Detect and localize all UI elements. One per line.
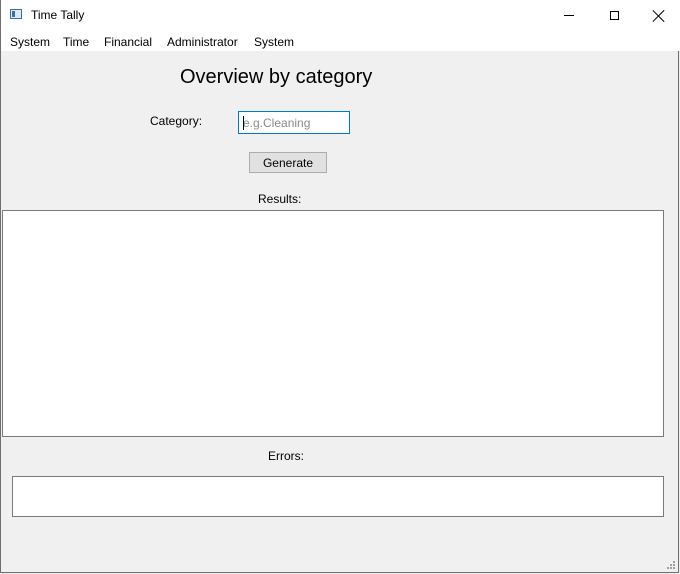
maximize-icon: [609, 11, 619, 20]
maximize-button[interactable]: [591, 0, 637, 31]
close-button[interactable]: [636, 0, 680, 31]
menu-bar: System Time Financial Administrator Syst…: [1, 31, 680, 51]
category-input[interactable]: [238, 111, 350, 134]
menu-financial[interactable]: Financial: [104, 35, 152, 49]
window-title: Time Tally: [31, 8, 85, 22]
generate-button[interactable]: Generate: [249, 152, 327, 173]
app-window: Time Tally System Time Financial Adminis…: [0, 0, 680, 573]
title-bar[interactable]: Time Tally: [1, 0, 680, 31]
page-title: Overview by category: [180, 66, 373, 88]
category-label: Category:: [150, 114, 203, 128]
errors-textbox[interactable]: [12, 476, 664, 517]
menu-system[interactable]: System: [10, 35, 50, 49]
resize-grip-icon[interactable]: [666, 560, 675, 569]
close-icon: [653, 10, 665, 22]
results-label: Results:: [258, 192, 302, 206]
menu-system-2[interactable]: System: [254, 35, 294, 49]
text-caret: [243, 116, 244, 130]
app-window-icon: [10, 9, 22, 19]
menu-administrator[interactable]: Administrator: [167, 35, 238, 49]
results-textbox[interactable]: [2, 210, 664, 437]
minimize-button[interactable]: [546, 0, 592, 31]
minimize-icon: [564, 15, 574, 16]
errors-label: Errors:: [268, 449, 304, 463]
menu-time[interactable]: Time: [63, 35, 89, 49]
